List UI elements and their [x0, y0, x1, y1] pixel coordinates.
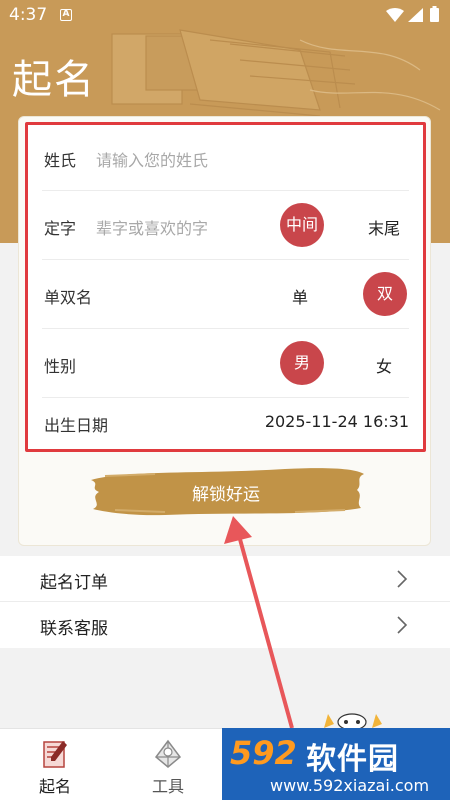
double-name-button[interactable]: 双 — [363, 272, 407, 316]
menu-item-label: 起名订单 — [40, 573, 108, 593]
status-time: 4:37 — [9, 5, 48, 25]
single-name-button[interactable]: 单 — [292, 284, 308, 308]
name-length-label: 单双名 — [44, 288, 93, 307]
tab-naming[interactable]: 起名 — [15, 729, 95, 800]
female-button[interactable]: 女 — [376, 353, 392, 377]
name-length-row: 单双名 单 双 — [42, 260, 409, 329]
tab-tools[interactable]: 工具 — [128, 729, 208, 800]
male-button[interactable]: 男 — [280, 341, 324, 385]
birth-label: 出生日期 — [44, 416, 109, 435]
menu-item-orders[interactable]: 起名订单 — [0, 556, 450, 602]
chevron-right-icon — [397, 570, 408, 588]
menu-item-customer-service[interactable]: 联系客服 — [0, 602, 450, 648]
fixed-char-label: 定字 — [44, 219, 77, 238]
surname-input[interactable]: 请输入您的姓氏 — [96, 147, 208, 171]
menu-list: 起名订单 联系客服 — [0, 556, 450, 648]
tab-label: 工具 — [151, 777, 184, 796]
watermark-number: 592 — [230, 734, 297, 772]
tab-label: 起名 — [38, 777, 71, 796]
fixed-char-row: 定字 辈字或喜欢的字 中间 末尾 — [42, 191, 409, 260]
unlock-button-label: 解锁好运 — [192, 485, 260, 505]
wifi-icon — [386, 8, 404, 22]
surname-label: 姓氏 — [44, 151, 77, 170]
fixed-char-input[interactable]: 辈字或喜欢的字 — [96, 215, 208, 239]
surname-row: 姓氏 请输入您的姓氏 — [42, 125, 409, 191]
battery-icon — [430, 6, 439, 22]
notification-a-icon: A — [60, 9, 72, 21]
chevron-right-icon — [397, 616, 408, 634]
naming-form: 姓氏 请输入您的姓氏 定字 辈字或喜欢的字 中间 末尾 单双名 单 双 性别 男… — [25, 122, 426, 452]
unlock-luck-button[interactable]: 解锁好运 — [85, 462, 367, 518]
position-end-button[interactable]: 末尾 — [368, 215, 400, 239]
naming-tab-icon — [43, 741, 67, 768]
birth-row: 出生日期 2025-11-24 16:31 — [42, 398, 409, 449]
watermark-brand: 软件园 — [306, 742, 399, 777]
tools-tab-icon — [154, 739, 182, 768]
gender-row: 性别 男 女 — [42, 329, 409, 398]
watermark-url: www.592xiazai.com — [270, 776, 430, 795]
birth-datetime-picker[interactable]: 2025-11-24 16:31 — [265, 412, 409, 431]
gender-label: 性别 — [44, 357, 77, 376]
status-bar: 4:37 A — [0, 0, 450, 30]
gamepad-mascot-icon — [324, 713, 382, 730]
page-title: 起名 — [12, 57, 96, 103]
watermark-logo: 592 软件园 www.592xiazai.com — [222, 728, 450, 800]
position-middle-button[interactable]: 中间 — [280, 203, 324, 247]
signal-icon — [408, 8, 423, 22]
menu-item-label: 联系客服 — [40, 619, 108, 639]
